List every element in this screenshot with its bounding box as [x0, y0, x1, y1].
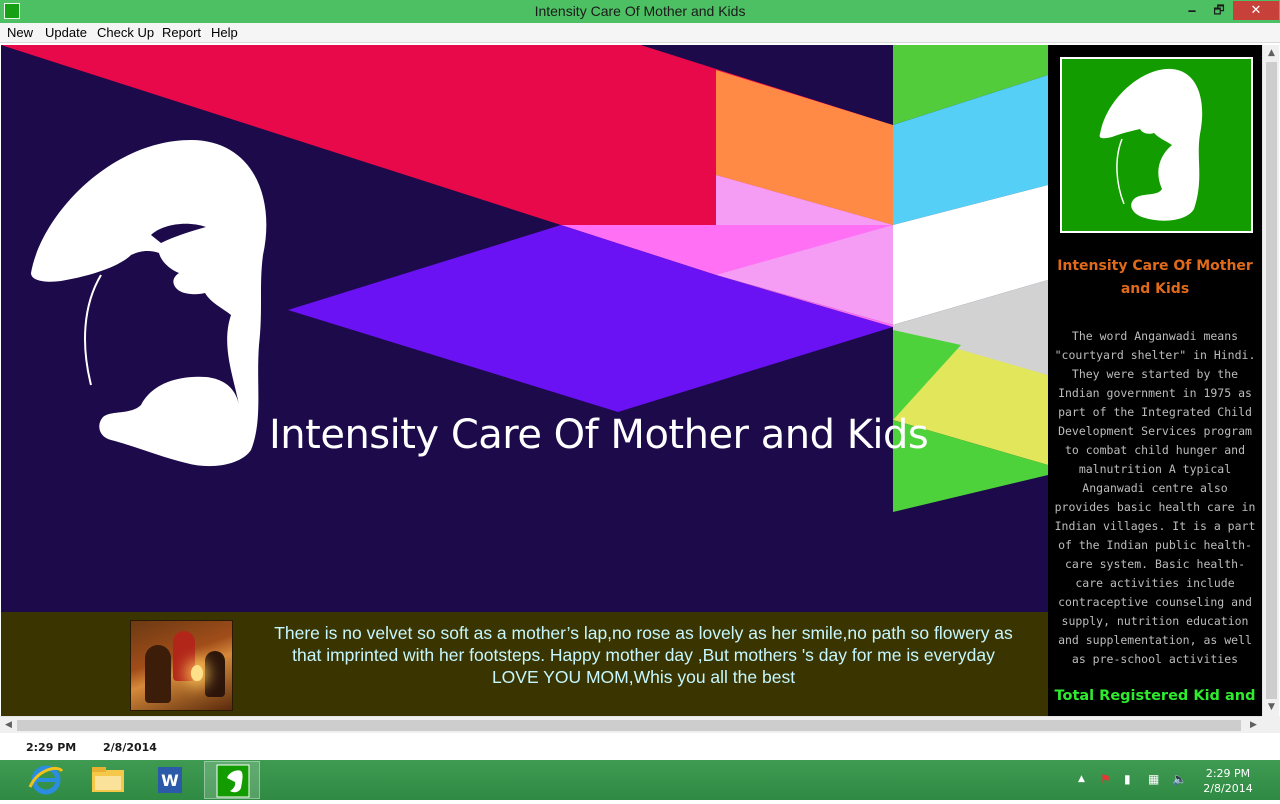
status-bar: 2:29 PM 2/8/2014 — [0, 733, 1280, 760]
side-heading: Intensity Care Of Mother and Kids — [1057, 258, 1253, 297]
total-registered-label: Total Registered Kid and — [1054, 688, 1256, 704]
word-icon[interactable]: W — [142, 761, 198, 799]
show-hidden-icons-icon[interactable]: ▲ — [1078, 774, 1085, 784]
svg-text:W: W — [161, 771, 179, 790]
banner-graphic — [1, 45, 1048, 512]
clock-time: 2:29 PM — [1205, 767, 1251, 780]
scroll-right-icon[interactable]: ▶ — [1245, 717, 1262, 734]
menu-help[interactable]: Help — [211, 25, 238, 40]
status-date: 2/8/2014 — [103, 741, 157, 754]
horizontal-scroll-thumb[interactable] — [17, 720, 1241, 731]
menu-check-up[interactable]: Check Up — [97, 25, 154, 40]
minimize-button[interactable]: 🗕 — [1179, 1, 1205, 20]
close-button[interactable]: ✕ — [1233, 1, 1279, 20]
menu-new[interactable]: New — [7, 25, 33, 40]
anganwadi-description: The word Anganwadi means "courtyard shel… — [1054, 329, 1256, 666]
file-explorer-icon[interactable] — [80, 761, 136, 799]
anganwadi-app-icon[interactable] — [204, 761, 260, 799]
mothers-day-quote: There is no velvet so soft as a mother’s… — [274, 623, 1013, 687]
banner-title: Intensity Care Of Mother and Kids — [269, 412, 929, 458]
battery-icon[interactable]: ▮ — [1124, 772, 1131, 786]
clock-date: 2/8/2014 — [1203, 782, 1253, 795]
scroll-up-icon[interactable]: ▲ — [1263, 45, 1280, 62]
vertical-scrollbar[interactable]: ▲ ▼ — [1262, 45, 1279, 716]
family-photo — [130, 620, 233, 711]
maximize-button[interactable]: 🗗 — [1206, 1, 1232, 20]
window-title: Intensity Care Of Mother and Kids — [534, 3, 746, 19]
action-center-icon[interactable]: ⚑ — [1100, 772, 1111, 786]
scroll-down-icon[interactable]: ▼ — [1263, 699, 1280, 716]
side-logo — [1060, 57, 1253, 233]
taskbar-clock[interactable]: 2:29 PM 2/8/2014 — [1196, 766, 1260, 796]
menu-report[interactable]: Report — [162, 25, 201, 40]
quote-band: There is no velvet so soft as a mother’s… — [1, 612, 1048, 716]
taskbar: W ▲ ⚑ ▮ ▦ 🔈 2:29 PM 2/8/2014 — [0, 760, 1280, 800]
mother-child-logo-icon — [1099, 68, 1203, 221]
menu-bar: New Update Check Up Report Help — [0, 23, 1280, 43]
vertical-scroll-thumb[interactable] — [1266, 62, 1277, 699]
scrollbar-corner — [1262, 716, 1280, 733]
scroll-left-icon[interactable]: ◀ — [0, 717, 17, 734]
volume-icon[interactable]: 🔈 — [1172, 772, 1187, 786]
title-bar: Intensity Care Of Mother and Kids 🗕 🗗 ✕ — [0, 0, 1280, 23]
status-time: 2:29 PM — [26, 741, 77, 754]
horizontal-scrollbar[interactable]: ◀ ▶ — [0, 716, 1262, 733]
network-icon[interactable]: ▦ — [1148, 772, 1159, 786]
internet-explorer-icon[interactable] — [18, 761, 74, 799]
menu-update[interactable]: Update — [45, 25, 87, 40]
info-side-panel: Intensity Care Of Mother and Kids The wo… — [1048, 45, 1262, 716]
banner-panel: Intensity Care Of Mother and Kids — [1, 45, 1048, 612]
